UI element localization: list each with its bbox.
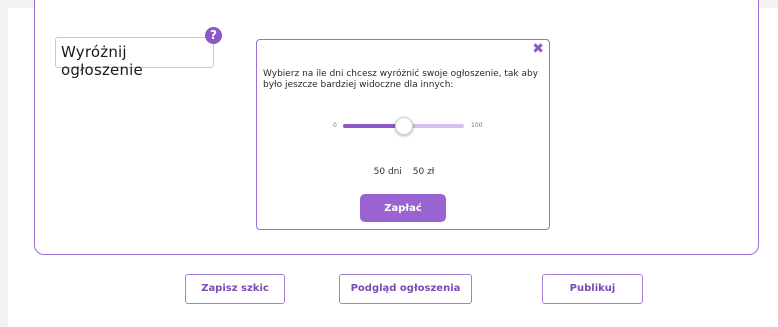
question-circle-icon[interactable]: ? [205,27,222,44]
close-icon[interactable]: ✖ [532,42,544,56]
publish-button[interactable]: Publikuj [542,274,643,304]
slider-min-label: 0 [333,122,337,129]
feature-popup: ✖ Wybierz na ile dni chcesz wyróżnić swo… [256,39,550,230]
price-value: 50 zł [412,167,435,177]
pay-button[interactable]: Zapłać [360,194,446,222]
slider-thumb[interactable] [394,117,413,135]
days-slider[interactable] [343,117,464,135]
feature-heading: Wyróżnij ogłoszenie [55,37,214,79]
slider-max-label: 100 [471,122,483,129]
popup-description: Wybierz na ile dni chcesz wyróżnić swoje… [263,69,539,90]
days-value: 50 dni [373,167,402,177]
save-draft-button[interactable]: Zapisz szkic [185,274,285,304]
selection-summary: 50 dni 50 zł [257,167,551,177]
preview-button[interactable]: Podgląd ogłoszenia [339,274,472,304]
